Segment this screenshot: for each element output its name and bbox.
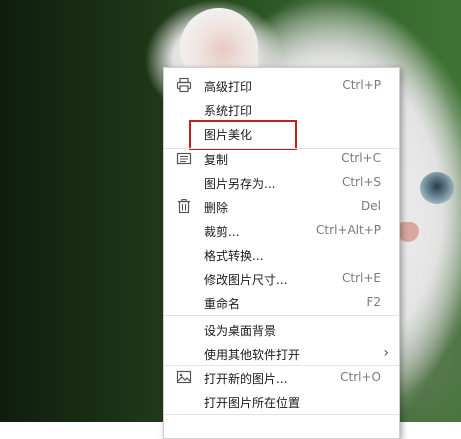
- menu-item-label: 重命名: [204, 297, 241, 311]
- printer-icon: [176, 77, 192, 93]
- menu-item-copy[interactable]: 复制 Ctrl+C: [164, 146, 399, 170]
- menu-item-label: 打开图片所在位置: [204, 396, 301, 410]
- menu-item-label: 图片美化: [204, 128, 253, 142]
- menu-item-label: 打开新的图片...: [204, 372, 288, 386]
- menu-item-set-wallpaper[interactable]: 设为桌面背景: [164, 317, 399, 341]
- menu-item-shortcut: Del: [361, 199, 381, 213]
- menu-item-label: 复制: [204, 153, 229, 167]
- menu-item-open-new-image[interactable]: 打开新的图片... Ctrl+O: [164, 365, 399, 389]
- context-menu: 高级打印 Ctrl+P 系统打印 图片美化 复制 Ctrl+C 图片另存为...…: [163, 67, 400, 439]
- menu-item-label: 修改图片尺寸...: [204, 273, 288, 287]
- menu-item-shortcut: Ctrl+Alt+P: [316, 223, 381, 237]
- kitten-eye: [420, 172, 454, 204]
- menu-item-shortcut: F2: [366, 295, 381, 309]
- menu-item-label: 系统打印: [204, 104, 253, 118]
- copy-icon: [176, 150, 192, 166]
- menu-item-format-convert[interactable]: 格式转换...: [164, 242, 399, 266]
- menu-item-label: 格式转换...: [204, 249, 264, 263]
- trash-icon: [176, 198, 192, 214]
- menu-item-rename[interactable]: 重命名 F2: [164, 290, 399, 314]
- menu-item-shortcut: Ctrl+O: [340, 370, 381, 384]
- menu-item-shortcut: Ctrl+E: [342, 271, 381, 285]
- menu-item-shortcut: Ctrl+S: [341, 175, 381, 189]
- menu-item-delete[interactable]: 删除 Del: [164, 194, 399, 218]
- chevron-right-icon: ›: [383, 345, 389, 361]
- menu-item-label: 图片另存为...: [204, 177, 276, 191]
- menu-item-label: 设为桌面背景: [204, 324, 277, 338]
- menu-item-label: 使用其他软件打开: [204, 348, 301, 362]
- menu-item-resize[interactable]: 修改图片尺寸... Ctrl+E: [164, 266, 399, 290]
- menu-item-crop[interactable]: 裁剪... Ctrl+Alt+P: [164, 218, 399, 242]
- menu-item-system-print[interactable]: 系统打印: [164, 97, 399, 121]
- menu-item-image-beautify[interactable]: 图片美化: [164, 121, 399, 145]
- menu-separator: [164, 315, 399, 316]
- menu-item-label: 高级打印: [204, 80, 253, 94]
- menu-item-advanced-print[interactable]: 高级打印 Ctrl+P: [164, 73, 399, 97]
- image-icon: [176, 369, 192, 385]
- menu-item-shortcut: Ctrl+P: [342, 78, 381, 92]
- menu-item-label: 裁剪...: [204, 225, 240, 239]
- menu-separator: [164, 414, 399, 415]
- menu-item-shortcut: Ctrl+C: [341, 151, 381, 165]
- menu-item-save-as[interactable]: 图片另存为... Ctrl+S: [164, 170, 399, 194]
- menu-item-open-location[interactable]: 打开图片所在位置: [164, 389, 399, 413]
- menu-item-open-with[interactable]: 使用其他软件打开 ›: [164, 341, 399, 365]
- menu-item-label: 删除: [204, 201, 229, 215]
